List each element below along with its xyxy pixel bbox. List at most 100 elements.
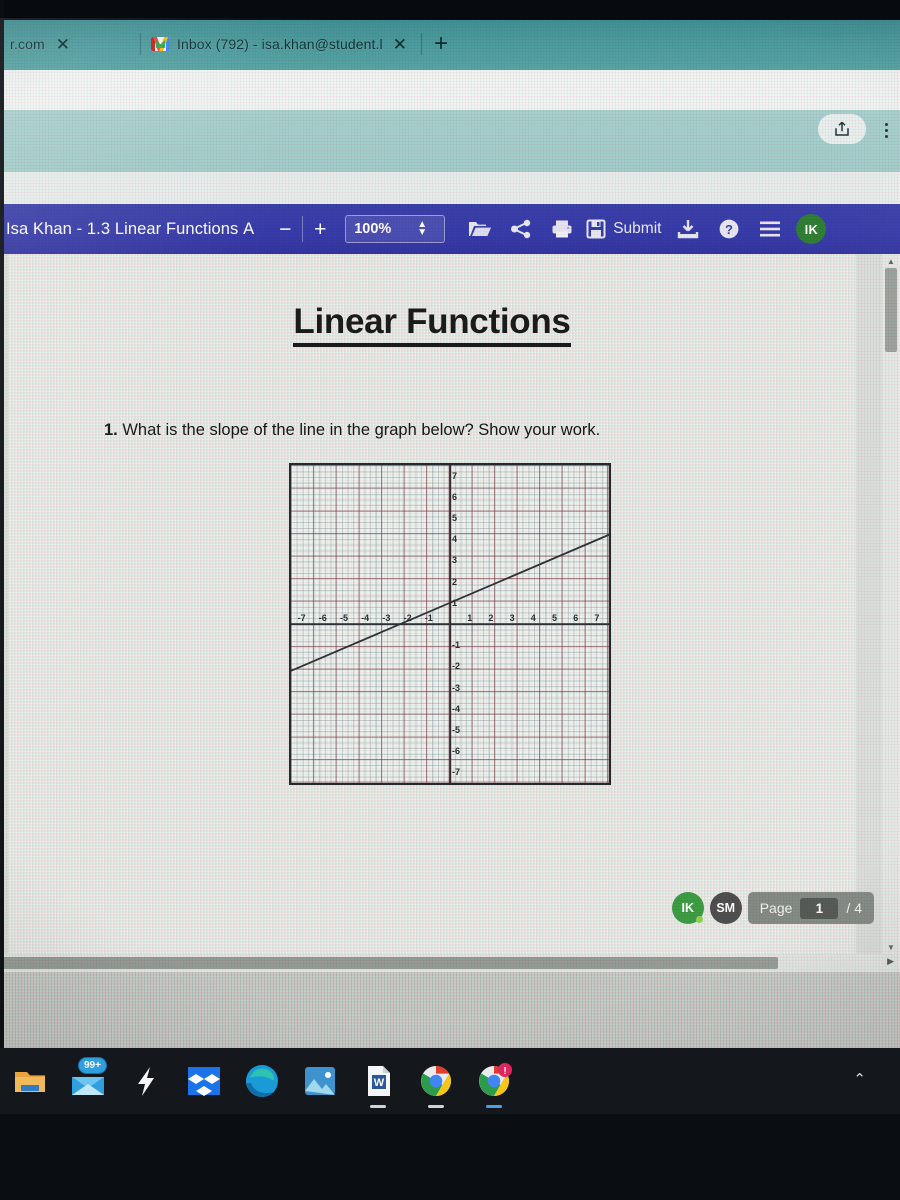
windows-taskbar: 99+ W ! ⌃	[0, 1048, 900, 1114]
zoom-controls: − + 100% ▲ ▼	[268, 215, 446, 243]
y-tick-label: -3	[452, 682, 461, 693]
question-text: What is the slope of the line in the gra…	[122, 421, 601, 439]
show-hidden-icons-chevron-icon[interactable]: ⌃	[853, 1070, 866, 1088]
total-pages-label: / 4	[846, 900, 862, 916]
browser-toolbar-row	[0, 70, 900, 110]
x-tick-label: -4	[361, 613, 370, 623]
download-button[interactable]	[667, 209, 708, 249]
document-viewer: Linear Functions 1. What is the slope of…	[0, 254, 900, 954]
y-tick-label: -1	[452, 640, 461, 651]
share-button[interactable]	[818, 114, 866, 144]
browser-address-row	[0, 110, 900, 172]
window-open-indicator	[486, 1105, 502, 1108]
x-tick-label: 2	[488, 613, 494, 623]
new-tab-button[interactable]: +	[422, 32, 460, 56]
y-tick-label: 6	[452, 491, 458, 502]
print-icon	[552, 220, 572, 238]
help-button[interactable]: ?	[708, 209, 749, 249]
x-tick-label: -3	[382, 613, 391, 623]
y-tick-label: 7	[452, 470, 458, 481]
laptop-bezel-top	[0, 0, 900, 20]
tab-close-icon[interactable]: ✕	[52, 36, 74, 53]
share-button[interactable]	[500, 209, 541, 249]
page-controls: IK SM Page 1 / 4	[671, 892, 874, 924]
chrome-browser-alert-icon[interactable]: !	[474, 1061, 514, 1108]
word-icon[interactable]: W	[358, 1061, 398, 1108]
submit-label: Submit	[613, 220, 662, 237]
graph-inner: -7 -6 -5 -4 -3 -2 -1 1 2 3 4 5 6 7 -7 -6 -5 -4 -3 -2 -1 1 2 3 4 5…	[291, 465, 609, 783]
photos-icon[interactable]	[300, 1061, 340, 1101]
mail-icon[interactable]: 99+	[68, 1057, 108, 1101]
zoom-value: 100%	[354, 221, 392, 237]
x-tick-label: 5	[552, 613, 558, 623]
screenshot-root: r.com ✕ Inbox (792) - isa.khan@student.l…	[0, 0, 900, 1200]
open-folder-icon	[468, 222, 491, 236]
laptop-screen: r.com ✕ Inbox (792) - isa.khan@student.l…	[0, 18, 900, 1048]
zoom-in-button[interactable]: +	[303, 219, 337, 240]
zoom-stepper-icon[interactable]: ▲ ▼	[417, 219, 427, 238]
plotted-line	[291, 533, 609, 672]
y-tick-label: 5	[452, 513, 458, 523]
horizontal-scrollbar[interactable]: ▶	[0, 954, 900, 972]
browser-menu-button[interactable]	[876, 118, 896, 142]
share-icon	[510, 219, 530, 239]
x-tick-label: -6	[318, 613, 327, 623]
open-folder-button[interactable]	[459, 209, 500, 249]
laptop-bezel-left	[0, 0, 4, 1050]
x-tick-label: -7	[297, 613, 306, 623]
x-tick-label: -1	[424, 613, 433, 623]
collaborator-avatar-ik[interactable]: IK	[671, 892, 704, 924]
tab-title: Inbox (792) - isa.khan@student.l	[177, 36, 382, 52]
y-tick-label: -5	[452, 725, 461, 735]
gmail-icon	[151, 37, 170, 51]
scroll-right-arrow-icon[interactable]: ▶	[887, 956, 894, 967]
x-tick-label: 1	[467, 613, 473, 623]
lightning-icon[interactable]	[126, 1061, 166, 1101]
svg-text:?: ?	[725, 222, 733, 237]
vertical-scrollbar-thumb[interactable]	[885, 268, 897, 352]
file-explorer-icon[interactable]	[10, 1061, 50, 1101]
viewer-background	[0, 972, 900, 1048]
tab-close-icon[interactable]: ✕	[389, 36, 411, 53]
x-tick-label: 4	[530, 613, 536, 623]
document-title: Isa Khan - 1.3 Linear Functions А	[6, 219, 255, 238]
chrome-browser-icon[interactable]	[416, 1061, 456, 1108]
y-tick-label: -7	[452, 767, 461, 778]
worksheet-page: Linear Functions 1. What is the slope of…	[8, 254, 856, 954]
dropbox-icon[interactable]	[184, 1061, 224, 1101]
share-icon	[835, 121, 849, 136]
mail-badge: 99+	[78, 1057, 107, 1074]
y-tick-label: -4	[452, 703, 461, 714]
y-tick-label: 3	[452, 555, 458, 566]
window-open-indicator	[428, 1105, 444, 1108]
taskbar-icons: 99+ W !	[0, 1057, 514, 1108]
print-button[interactable]	[541, 209, 582, 249]
current-page-input[interactable]: 1	[800, 897, 839, 919]
browser-tab-1[interactable]: Inbox (792) - isa.khan@student.l ✕	[141, 24, 421, 64]
horizontal-scrollbar-thumb[interactable]	[0, 957, 778, 969]
x-tick-label: 3	[509, 613, 515, 623]
browser-tab-strip: r.com ✕ Inbox (792) - isa.khan@student.l…	[0, 18, 900, 70]
question-number: 1.	[104, 421, 118, 439]
x-tick-label: -5	[340, 613, 349, 623]
hamburger-menu-icon	[759, 221, 780, 237]
svg-text:!: !	[503, 1066, 506, 1077]
browser-tab-0[interactable]: r.com ✕	[0, 24, 140, 64]
worksheet-title: Linear Functions	[8, 302, 856, 347]
hamburger-menu-button[interactable]	[749, 209, 790, 249]
zoom-level-input[interactable]: 100% ▲ ▼	[345, 215, 446, 243]
collaborator-avatar-sm[interactable]: SM	[709, 892, 742, 924]
edge-browser-icon[interactable]	[242, 1061, 282, 1101]
x-tick-label: 6	[573, 613, 579, 623]
svg-text:W: W	[374, 1077, 385, 1089]
submit-button[interactable]: Submit	[582, 219, 667, 239]
page-navigator[interactable]: Page 1 / 4	[747, 892, 874, 924]
x-tick-label: 7	[594, 613, 600, 623]
app-toolbar: Isa Khan - 1.3 Linear Functions А − + 10…	[0, 204, 900, 254]
zoom-out-button[interactable]: −	[268, 219, 302, 240]
vertical-scrollbar[interactable]: ▲ ▼	[882, 254, 900, 954]
user-avatar[interactable]: IK	[796, 214, 827, 244]
scroll-down-arrow-icon[interactable]: ▼	[882, 940, 900, 954]
download-icon	[677, 220, 699, 239]
scroll-up-arrow-icon[interactable]: ▲	[882, 254, 900, 268]
